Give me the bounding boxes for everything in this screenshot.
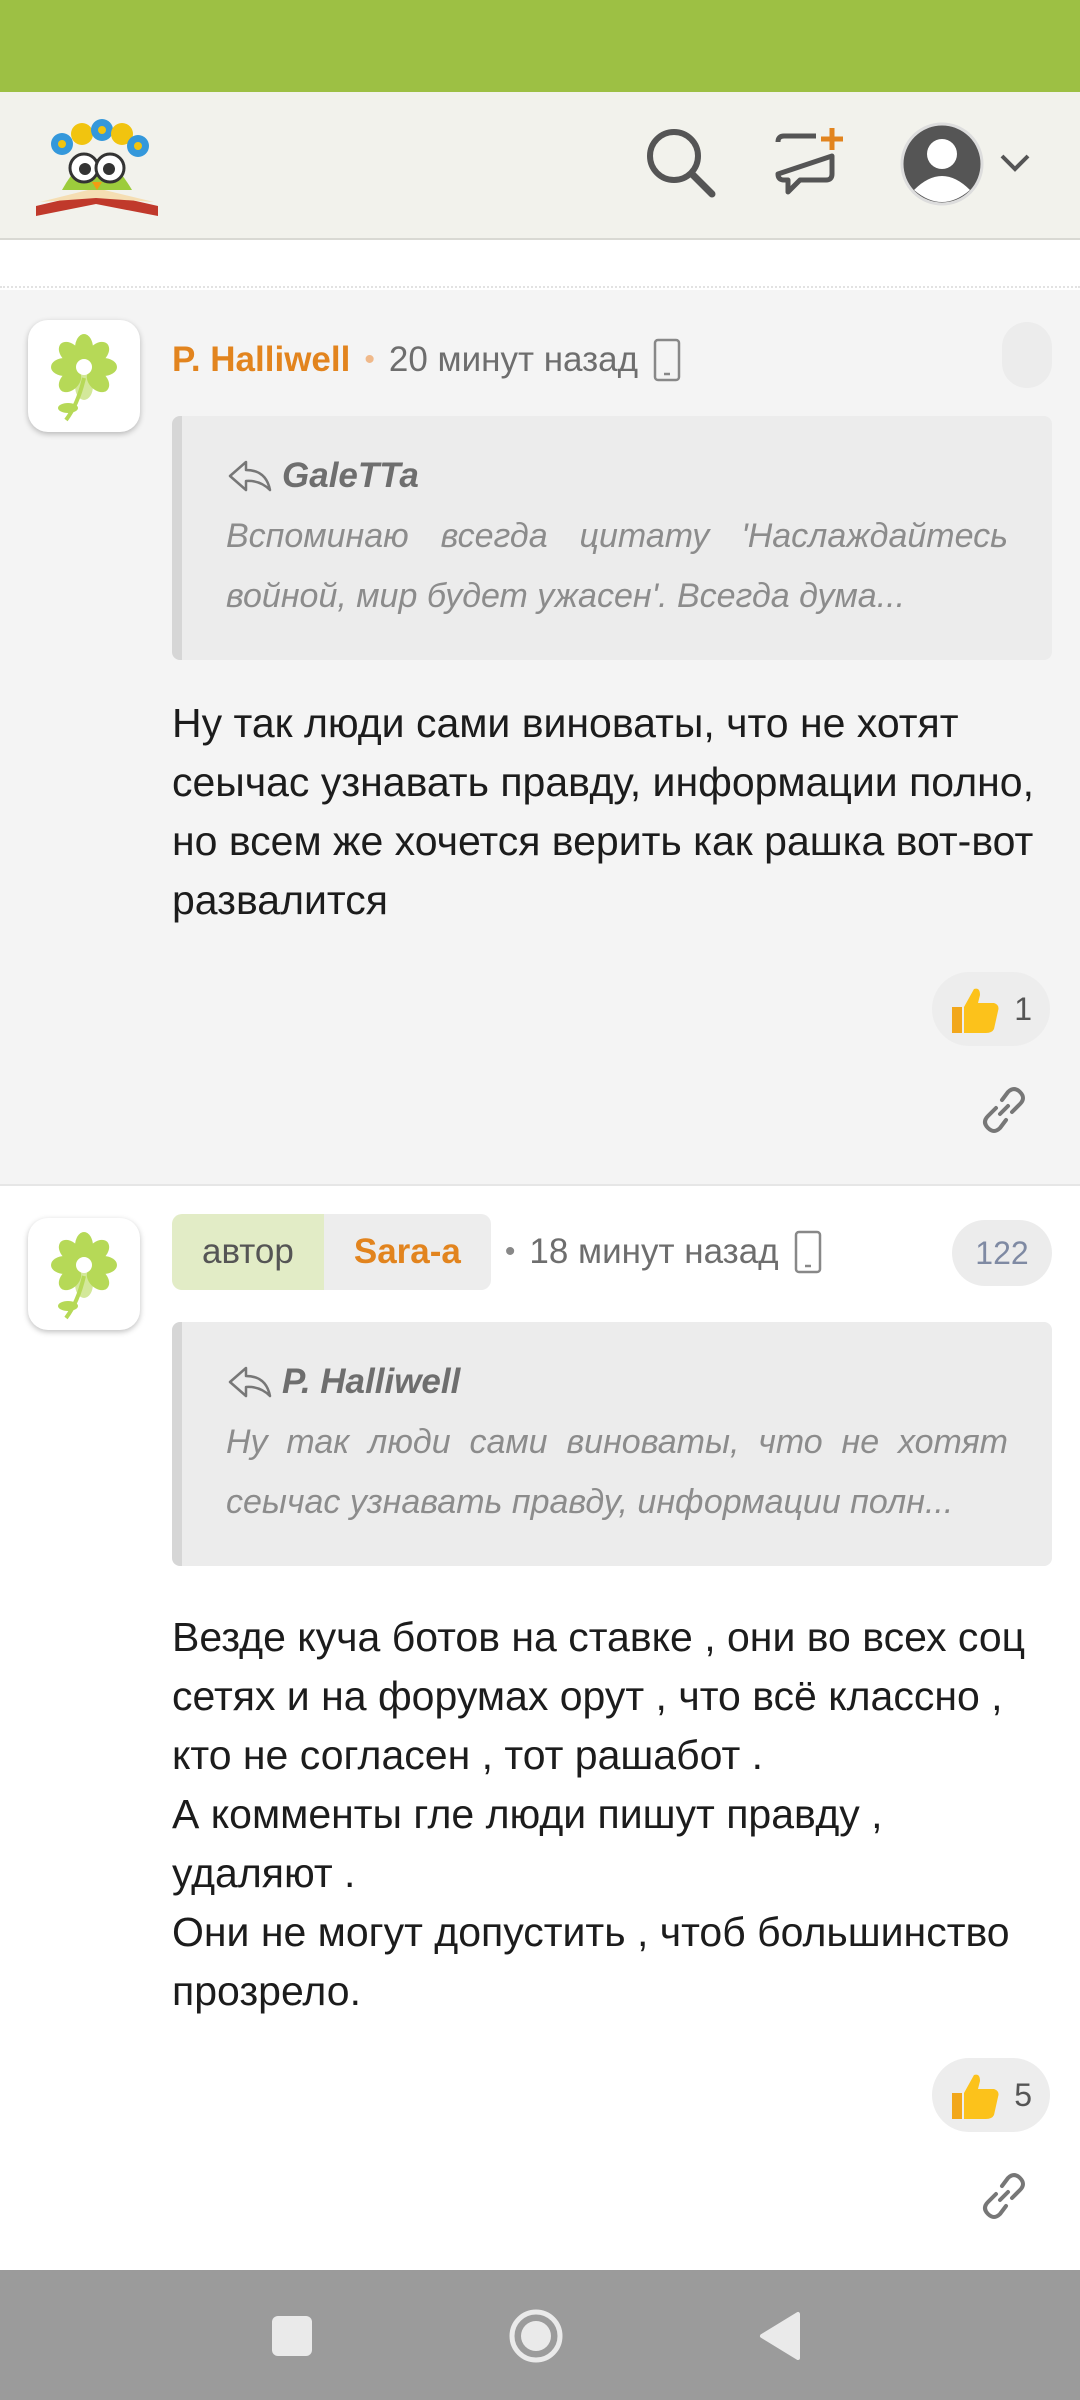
- comment-header: P. Halliwell • 20 минут назад: [172, 330, 682, 390]
- separator-dot: •: [504, 1235, 516, 1268]
- back-icon[interactable]: [746, 2300, 818, 2372]
- link-icon[interactable]: [976, 1082, 1032, 1138]
- quote-author[interactable]: P. Halliwell: [282, 1362, 460, 1402]
- quote-block: GaleTTa Вспоминаю всегда цитату 'Наслажд…: [172, 416, 1052, 660]
- feed-divider: [0, 240, 1080, 288]
- avatar[interactable]: [28, 320, 140, 432]
- chevron-down-icon: [1000, 154, 1030, 172]
- like-button[interactable]: 1: [932, 972, 1050, 1046]
- comment-body: Ну так люди сами виноваты, что не хотят …: [172, 700, 1034, 923]
- like-count: 5: [1014, 2076, 1032, 2113]
- comment: автор Sara-a • 18 минут назад 122 P. Hal…: [0, 1188, 1080, 2270]
- status-bar: [0, 0, 1080, 92]
- app-header: [0, 92, 1080, 240]
- quote-text: Ну так люди сами виноваты, что не хотят …: [226, 1423, 1008, 1521]
- search-icon[interactable]: [640, 122, 720, 202]
- separator-dot: •: [364, 343, 375, 376]
- new-post-icon[interactable]: [770, 122, 850, 202]
- quote-text: Вспоминаю всегда цитату 'Наслаждайтесь в…: [226, 517, 1008, 615]
- timestamp: 20 минут назад: [388, 340, 639, 379]
- author-tag[interactable]: автор Sara-a: [172, 1214, 491, 1290]
- like-button[interactable]: 5: [932, 2058, 1050, 2132]
- user-menu[interactable]: [896, 118, 1036, 210]
- link-icon[interactable]: [976, 2168, 1032, 2224]
- thumbs-up-icon: [952, 2074, 999, 2119]
- avatar[interactable]: [28, 1218, 140, 1330]
- comment: P. Halliwell • 20 минут назад GaleTTa Вс…: [0, 290, 1080, 1186]
- quote-author[interactable]: GaleTTa: [282, 456, 419, 496]
- recent-apps-icon[interactable]: [256, 2300, 328, 2372]
- comment-header: автор Sara-a • 18 минут назад: [172, 1214, 823, 1290]
- reply-arrow-icon: [228, 460, 272, 492]
- timestamp: 18 минут назад: [529, 1232, 779, 1271]
- reading-owl-logo[interactable]: [32, 110, 162, 222]
- system-navigation-bar: [0, 2270, 1080, 2400]
- comment-count-badge[interactable]: 122: [952, 1220, 1052, 1286]
- comment-body: Везде куча ботов на ставке , они во всех…: [172, 1614, 1026, 2014]
- like-count: 1: [1014, 990, 1032, 1027]
- comment-menu-button[interactable]: [1002, 322, 1052, 388]
- quote-block: P. Halliwell Ну так люди сами виноваты, …: [172, 1322, 1052, 1566]
- user-avatar-icon: [900, 122, 984, 206]
- mobile-phone-icon: [653, 338, 681, 382]
- home-icon[interactable]: [500, 2300, 572, 2372]
- thumbs-up-icon: [952, 988, 999, 1033]
- author-name: Sara-a: [323, 1214, 491, 1290]
- author-role-label: автор: [172, 1214, 324, 1290]
- author-name[interactable]: P. Halliwell: [172, 340, 350, 380]
- reply-arrow-icon: [228, 1366, 272, 1398]
- mobile-phone-icon: [794, 1230, 821, 1274]
